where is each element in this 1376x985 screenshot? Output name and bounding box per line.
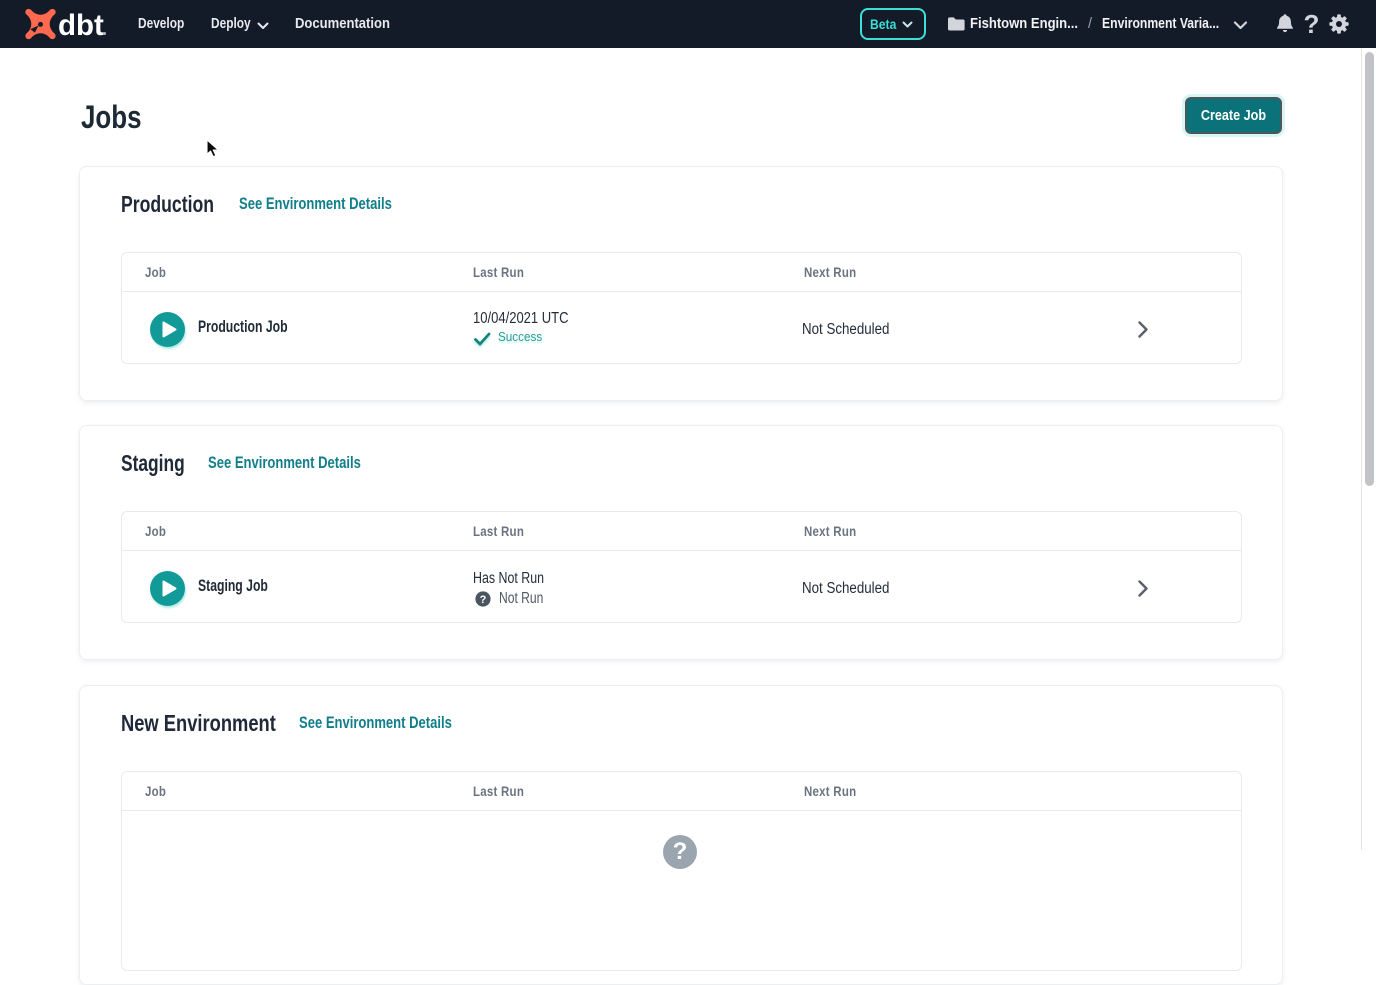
svg-text:?: ? [480,593,487,605]
svg-text:?: ? [673,838,688,865]
